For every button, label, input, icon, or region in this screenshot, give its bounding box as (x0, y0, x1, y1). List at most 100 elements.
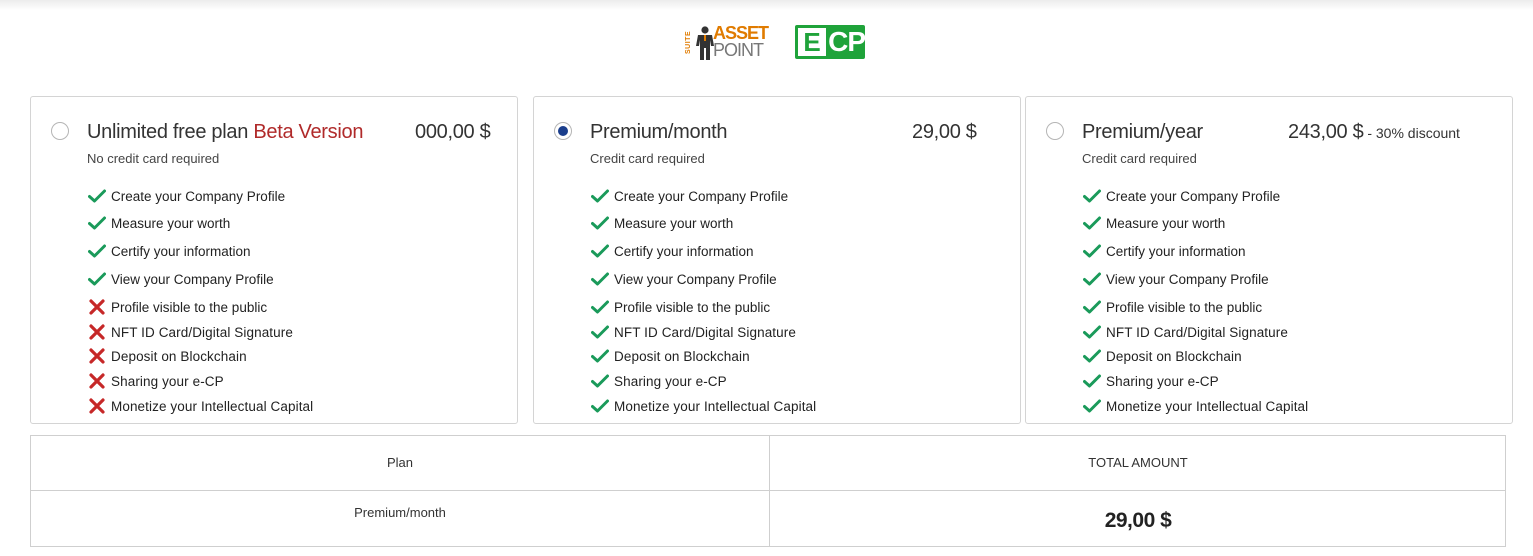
check-icon (1082, 188, 1102, 204)
check-icon (590, 348, 610, 364)
feature-item: Measure your worth (1082, 215, 1225, 231)
logo-point-text: POINT (713, 40, 764, 60)
plan-radio-premium-month[interactable] (554, 122, 572, 140)
check-icon (87, 188, 107, 204)
feature-label: Monetize your Intellectual Capital (1106, 398, 1309, 414)
plan-column-header: Plan (386, 455, 414, 470)
feature-item: Measure your worth (590, 215, 733, 231)
check-icon (590, 271, 610, 287)
feature-item: View your Company Profile (87, 271, 274, 287)
feature-item: Sharing your e-CP (87, 373, 224, 389)
check-icon (590, 243, 610, 259)
plan-price-value: 243,00 $ (1288, 121, 1364, 143)
check-icon (1082, 324, 1102, 340)
selected-plan-value: Premium/month (354, 505, 446, 520)
feature-label: NFT ID Card/Digital Signature (111, 324, 293, 340)
feature-label: Create your Company Profile (111, 188, 286, 204)
cross-icon (87, 348, 107, 364)
feature-item: NFT ID Card/Digital Signature (1082, 324, 1288, 340)
logo-suite-text: SUITE (685, 30, 692, 54)
feature-label: Sharing your e-CP (111, 373, 224, 389)
check-icon (87, 271, 107, 287)
plan-title: Unlimited free plan Beta Version (87, 121, 363, 144)
feature-item: Profile visible to the public (87, 299, 267, 315)
feature-item: Monetize your Intellectual Capital (590, 398, 816, 414)
feature-label: Deposit on Blockchain (1106, 348, 1242, 364)
check-icon (590, 398, 610, 414)
top-shadow (0, 0, 1533, 10)
feature-item: NFT ID Card/Digital Signature (87, 324, 293, 340)
check-icon (87, 243, 107, 259)
ecp-logo-cp: CP (828, 26, 866, 57)
plan-subtitle: No credit card required (87, 151, 220, 166)
check-icon (590, 324, 610, 340)
check-icon (1082, 243, 1102, 259)
check-icon (87, 215, 107, 231)
feature-item: NFT ID Card/Digital Signature (590, 324, 796, 340)
feature-label: Deposit on Blockchain (614, 348, 750, 364)
feature-label: Profile visible to the public (1106, 299, 1263, 315)
feature-item: Deposit on Blockchain (87, 348, 247, 364)
feature-item: Create your Company Profile (590, 188, 788, 204)
feature-label: Certify your information (1106, 243, 1246, 259)
feature-item: Profile visible to the public (590, 299, 770, 315)
feature-item: Create your Company Profile (1082, 188, 1280, 204)
feature-item: Deposit on Blockchain (590, 348, 750, 364)
pricing-page: SUITE ASSET POINT E CP Unlimited free pl… (0, 0, 1533, 556)
cross-icon (87, 373, 107, 389)
feature-item: Certify your information (590, 243, 754, 259)
plan-card-premium-year[interactable]: Premium/year 243,00 $ - 30% discount Cre… (1025, 96, 1513, 424)
assetpoint-logo: SUITE ASSET POINT (684, 22, 777, 62)
feature-label: Monetize your Intellectual Capital (111, 398, 314, 414)
plan-card-premium-month[interactable]: Premium/month 29,00 $ Credit card requir… (533, 96, 1021, 424)
logo-bar: SUITE ASSET POINT E CP (684, 22, 866, 62)
feature-label: View your Company Profile (614, 271, 777, 287)
feature-label: Create your Company Profile (614, 188, 789, 204)
feature-label: Profile visible to the public (111, 299, 268, 315)
feature-item: Sharing your e-CP (590, 373, 727, 389)
plan-card-free[interactable]: Unlimited free plan Beta Version 000,00 … (30, 96, 518, 424)
plan-subtitle: Credit card required (590, 151, 705, 166)
total-amount-header: TOTAL AMOUNT (1088, 455, 1188, 470)
feature-item: Monetize your Intellectual Capital (87, 398, 313, 414)
feature-item: Profile visible to the public (1082, 299, 1262, 315)
feature-label: Create your Company Profile (1106, 188, 1281, 204)
cross-icon (87, 398, 107, 414)
plan-price: 000,00 $ (415, 121, 491, 143)
feature-item: Deposit on Blockchain (1082, 348, 1242, 364)
feature-label: Measure your worth (1106, 215, 1226, 231)
feature-item: Sharing your e-CP (1082, 373, 1219, 389)
plan-radio-free[interactable] (51, 122, 69, 140)
cross-icon (87, 299, 107, 315)
feature-label: Monetize your Intellectual Capital (614, 398, 817, 414)
feature-label: Measure your worth (614, 215, 734, 231)
feature-label: NFT ID Card/Digital Signature (614, 324, 796, 340)
check-icon (1082, 271, 1102, 287)
plan-title-text: Premium/year (1082, 121, 1203, 143)
feature-item: View your Company Profile (590, 271, 777, 287)
discount-label: - 30% discount (1363, 125, 1460, 141)
feature-label: NFT ID Card/Digital Signature (1106, 324, 1288, 340)
ecp-logo: E CP (795, 25, 866, 59)
plan-title-text: Premium/month (590, 121, 728, 143)
check-icon (1082, 373, 1102, 389)
feature-label: Certify your information (111, 243, 251, 259)
plan-title: Premium/month (590, 121, 728, 144)
plan-price: 243,00 $ - 30% discount (1288, 121, 1460, 144)
check-icon (590, 188, 610, 204)
beta-version-label: Beta Version (253, 121, 364, 143)
plan-title-text: Unlimited free plan (87, 121, 249, 143)
feature-label: Certify your information (614, 243, 754, 259)
feature-label: Measure your worth (111, 215, 231, 231)
feature-label: Deposit on Blockchain (111, 348, 247, 364)
check-icon (590, 215, 610, 231)
plan-price: 29,00 $ (912, 121, 977, 143)
feature-item: Measure your worth (87, 215, 230, 231)
feature-label: View your Company Profile (1106, 271, 1269, 287)
cross-icon (87, 324, 107, 340)
feature-label: Sharing your e-CP (614, 373, 727, 389)
check-icon (1082, 299, 1102, 315)
plan-radio-premium-year[interactable] (1046, 122, 1064, 140)
plan-subtitle: Credit card required (1082, 151, 1197, 166)
feature-label: View your Company Profile (111, 271, 274, 287)
